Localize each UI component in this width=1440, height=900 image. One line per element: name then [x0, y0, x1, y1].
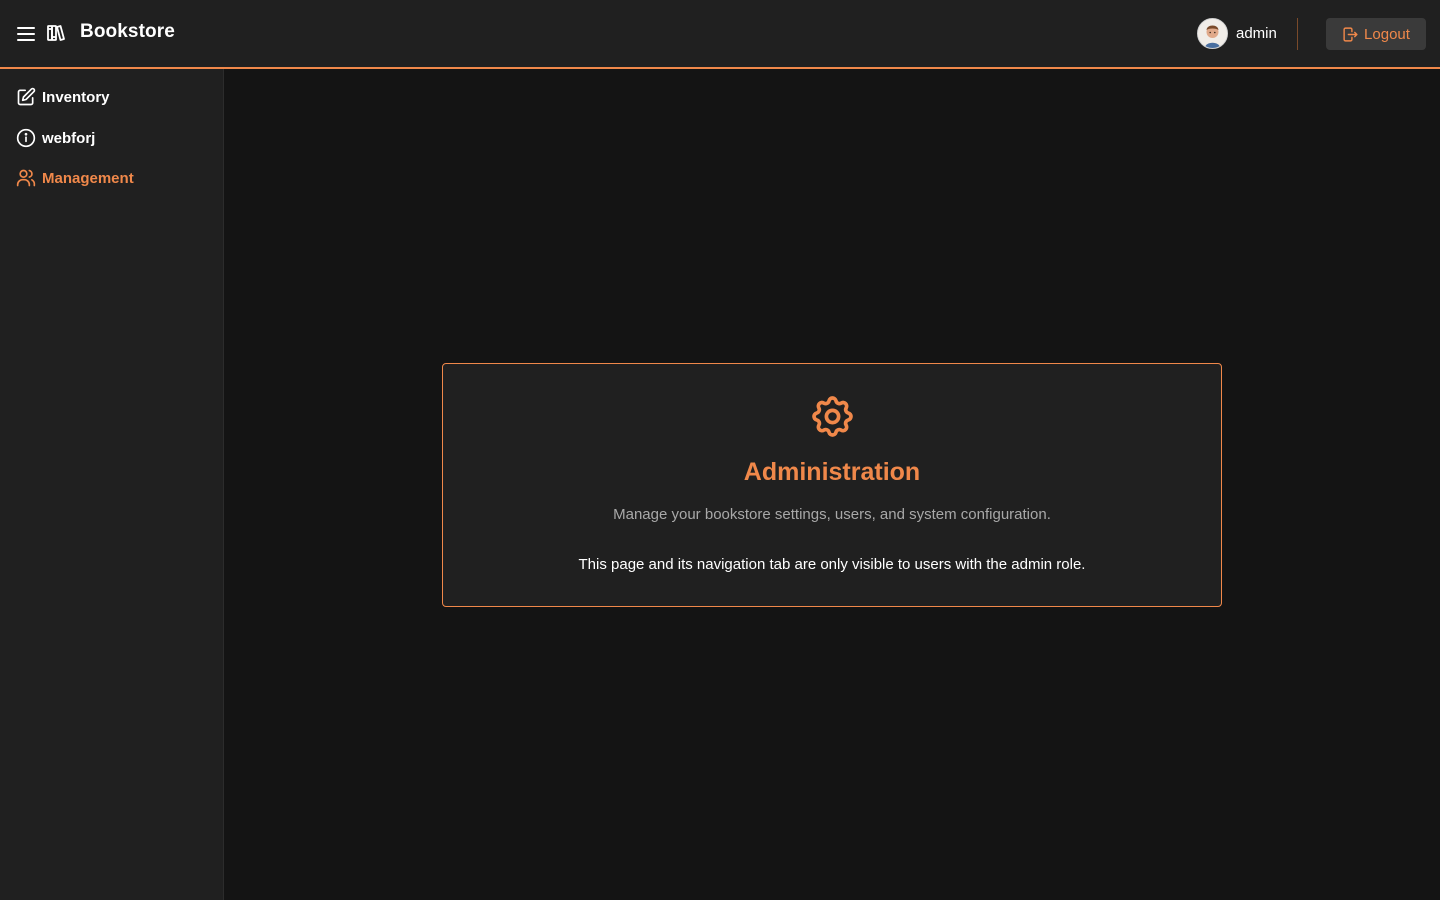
card-subtitle: Manage your bookstore settings, users, a…: [613, 506, 1051, 523]
sidebar-item-management[interactable]: Management: [16, 166, 134, 190]
sidebar-item-label: Management: [42, 169, 134, 187]
user-menu[interactable]: admin: [1197, 18, 1277, 49]
logout-button[interactable]: Logout: [1326, 18, 1426, 50]
app-title: Bookstore: [80, 21, 175, 42]
hamburger-menu-icon[interactable]: [15, 23, 36, 44]
header-divider: [1297, 18, 1298, 50]
logout-icon: [1343, 26, 1358, 42]
card-title: Administration: [743, 458, 921, 486]
gear-icon: [808, 392, 857, 441]
info-icon: [16, 128, 36, 148]
users-icon: [16, 168, 36, 188]
sidebar: Inventory webforj Management: [0, 69, 224, 900]
books-icon: [46, 23, 66, 43]
administration-card: Administration Manage your bookstore set…: [442, 363, 1222, 607]
avatar: [1197, 18, 1228, 49]
sidebar-item-inventory[interactable]: Inventory: [16, 85, 110, 109]
sidebar-item-webforj[interactable]: webforj: [16, 126, 95, 150]
sidebar-item-label: Inventory: [42, 88, 110, 106]
logout-label: Logout: [1364, 25, 1410, 43]
edit-icon: [16, 87, 36, 107]
app-header: Bookstore admin Logout: [0, 0, 1440, 69]
user-name: admin: [1236, 25, 1277, 42]
sidebar-item-label: webforj: [42, 129, 96, 147]
card-note: This page and its navigation tab are onl…: [578, 556, 1086, 573]
